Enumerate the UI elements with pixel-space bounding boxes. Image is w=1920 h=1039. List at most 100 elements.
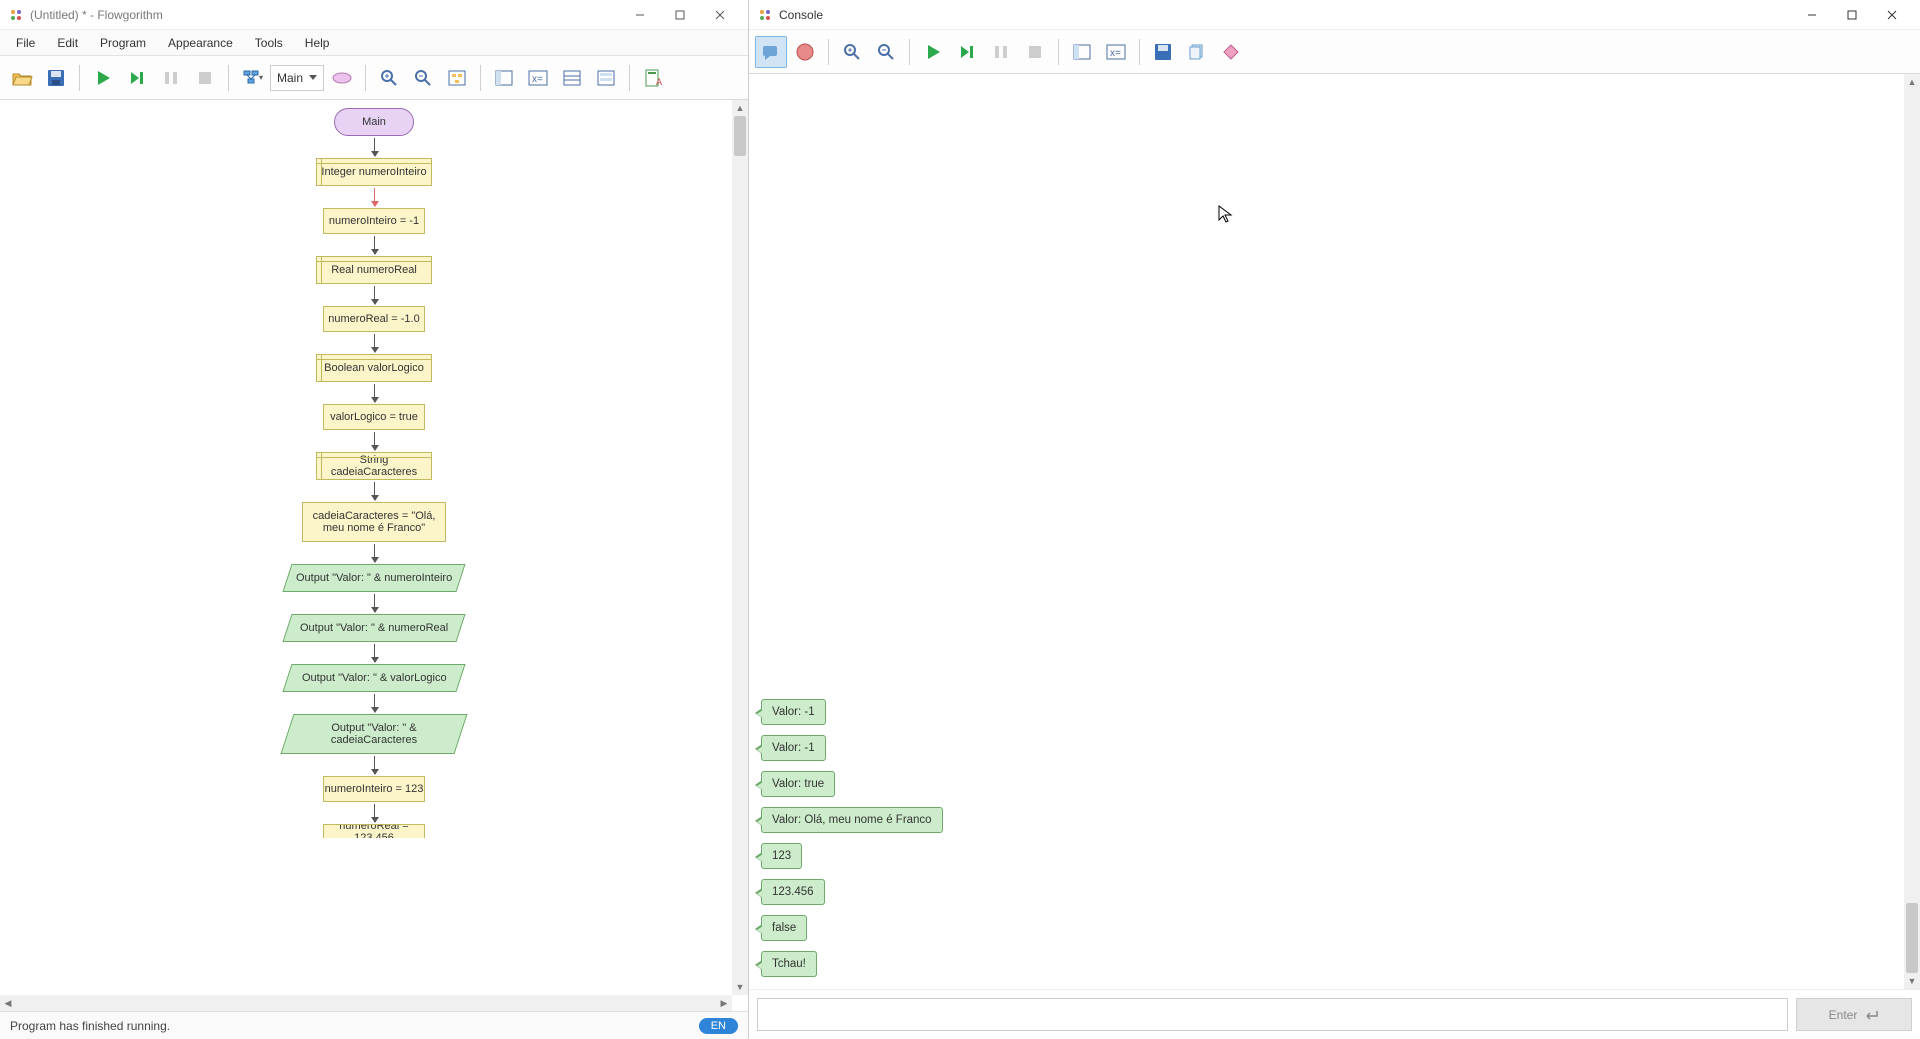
- step-button[interactable]: [121, 62, 153, 94]
- close-button[interactable]: [700, 0, 740, 30]
- variables-button[interactable]: x=: [522, 62, 554, 94]
- separator: [480, 65, 481, 91]
- output-node[interactable]: Output "Valor: " & valorLogico: [282, 664, 465, 692]
- stop-button[interactable]: [1019, 36, 1051, 68]
- status-bar: Program has finished running. EN: [0, 1011, 748, 1039]
- status-text: Program has finished running.: [10, 1019, 170, 1033]
- function-selector[interactable]: Main: [270, 65, 324, 91]
- scroll-right-icon[interactable]: ▶: [716, 995, 732, 1011]
- declare-node[interactable]: Boolean valorLogico: [316, 354, 432, 382]
- clear-button[interactable]: [1215, 36, 1247, 68]
- output-node[interactable]: Output "Valor: " & numeroReal: [282, 614, 465, 642]
- app-icon: [8, 7, 24, 23]
- panel1-button[interactable]: [1066, 36, 1098, 68]
- terminal-main[interactable]: Main: [334, 108, 414, 136]
- scroll-up-icon[interactable]: ▲: [1904, 74, 1920, 90]
- flow-arrow: [374, 694, 375, 712]
- add-shape-button[interactable]: [326, 62, 358, 94]
- assign-node-cutoff[interactable]: numeroReal = 123.456: [323, 824, 425, 838]
- open-button[interactable]: [6, 62, 38, 94]
- assign-node[interactable]: numeroReal = -1.0: [323, 306, 425, 332]
- export-button[interactable]: A: [637, 62, 669, 94]
- output-node[interactable]: Output "Valor: " & cadeiaCaracteres: [281, 714, 468, 754]
- minimize-button[interactable]: [620, 0, 660, 30]
- console-pane: Console x=: [749, 0, 1920, 1039]
- output-line: Valor: Olá, meu nome é Franco: [761, 807, 943, 833]
- scroll-thumb[interactable]: [734, 116, 746, 156]
- scroll-up-icon[interactable]: ▲: [732, 100, 748, 116]
- flow-arrow: [374, 594, 375, 612]
- scroll-left-icon[interactable]: ◀: [0, 995, 16, 1011]
- language-pill[interactable]: EN: [699, 1018, 738, 1034]
- run-button[interactable]: [917, 36, 949, 68]
- copy-button[interactable]: [1181, 36, 1213, 68]
- output-line: false: [761, 915, 807, 941]
- console-output[interactable]: Valor: -1 Valor: -1 Valor: true Valor: O…: [749, 74, 1920, 989]
- separator: [1058, 39, 1059, 65]
- stop-button[interactable]: [189, 62, 221, 94]
- declare-node[interactable]: Real numeroReal: [316, 256, 432, 284]
- save-output-button[interactable]: [1147, 36, 1179, 68]
- zoom-out-button[interactable]: [407, 62, 439, 94]
- menu-tools[interactable]: Tools: [245, 33, 293, 53]
- menu-program[interactable]: Program: [90, 33, 156, 53]
- zoom-fit-button[interactable]: [441, 62, 473, 94]
- flow-arrow: [374, 756, 375, 774]
- flow-arrow: [374, 286, 375, 304]
- close-button[interactable]: [1872, 0, 1912, 30]
- declare-node[interactable]: Integer numeroInteiro: [316, 158, 432, 186]
- step-button[interactable]: [951, 36, 983, 68]
- layout-button[interactable]: ▾: [236, 62, 268, 94]
- flow-arrow: [374, 482, 375, 500]
- run-button[interactable]: [87, 62, 119, 94]
- flow-arrow: [374, 334, 375, 352]
- menu-appearance[interactable]: Appearance: [158, 33, 243, 53]
- variables-button[interactable]: x=: [1100, 36, 1132, 68]
- flow-arrow: [374, 432, 375, 450]
- output-line: 123: [761, 843, 802, 869]
- save-button[interactable]: [40, 62, 72, 94]
- output-node[interactable]: Output "Valor: " & numeroInteiro: [282, 564, 465, 592]
- editor-toolbar: ▾ Main x= A: [0, 56, 748, 100]
- panel1-button[interactable]: [488, 62, 520, 94]
- pause-button[interactable]: [985, 36, 1017, 68]
- flow-arrow: [374, 544, 375, 562]
- pause-button[interactable]: [155, 62, 187, 94]
- vertical-scrollbar[interactable]: ▲ ▼: [1904, 74, 1920, 989]
- output-line: Valor: -1: [761, 735, 826, 761]
- horizontal-scrollbar[interactable]: ◀ ▶: [0, 995, 732, 1011]
- scroll-down-icon[interactable]: ▼: [732, 979, 748, 995]
- panel3-button[interactable]: [556, 62, 588, 94]
- svg-text:x=: x=: [532, 74, 543, 85]
- scroll-down-icon[interactable]: ▼: [1904, 973, 1920, 989]
- maximize-button[interactable]: [1832, 0, 1872, 30]
- zoom-in-button[interactable]: [836, 36, 868, 68]
- console-body: Valor: -1 Valor: -1 Valor: true Valor: O…: [749, 74, 1920, 1039]
- enter-label: Enter: [1829, 1008, 1858, 1022]
- assign-node[interactable]: cadeiaCaracteres = "Olá, meu nome é Fran…: [302, 502, 446, 542]
- menu-edit[interactable]: Edit: [47, 33, 88, 53]
- view-chat-button[interactable]: [755, 36, 787, 68]
- assign-node[interactable]: numeroInteiro = -1: [323, 208, 425, 234]
- separator: [828, 39, 829, 65]
- flow-arrow: [374, 188, 375, 206]
- menubar: File Edit Program Appearance Tools Help: [0, 30, 748, 56]
- maximize-button[interactable]: [660, 0, 700, 30]
- output-line: Valor: -1: [761, 699, 826, 725]
- declare-node[interactable]: String cadeiaCaracteres: [316, 452, 432, 480]
- minimize-button[interactable]: [1792, 0, 1832, 30]
- scroll-thumb[interactable]: [1906, 903, 1918, 973]
- menu-file[interactable]: File: [6, 33, 45, 53]
- view-text-button[interactable]: [789, 36, 821, 68]
- panel4-button[interactable]: [590, 62, 622, 94]
- assign-node[interactable]: valorLogico = true: [323, 404, 425, 430]
- zoom-out-button[interactable]: [870, 36, 902, 68]
- zoom-in-button[interactable]: [373, 62, 405, 94]
- separator: [629, 65, 630, 91]
- menu-help[interactable]: Help: [295, 33, 340, 53]
- flowchart-canvas[interactable]: Main Integer numeroInteiro numeroInteiro…: [0, 100, 748, 1011]
- vertical-scrollbar[interactable]: ▲ ▼: [732, 100, 748, 995]
- console-input[interactable]: [757, 998, 1788, 1031]
- enter-button[interactable]: Enter: [1796, 998, 1912, 1031]
- assign-node[interactable]: numeroInteiro = 123: [323, 776, 425, 802]
